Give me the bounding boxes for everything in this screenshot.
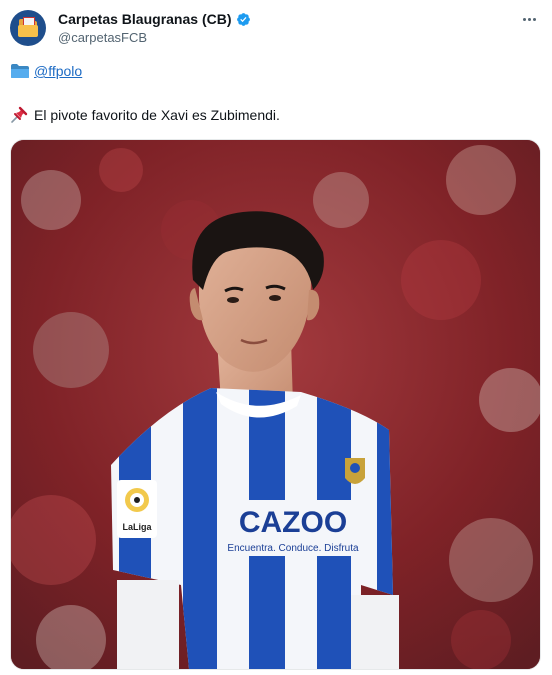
tweet-text: El pivote favorito de Xavi es Zubimendi. [10,105,280,125]
tweet-photo[interactable]: CAZOO Encuentra. Conduce. Disfruta LaLig… [10,139,541,670]
sponsor-sub-text: Encuentra. Conduce. Disfruta [227,543,359,554]
author-handle[interactable]: @carpetasFCB [58,30,147,45]
avatar[interactable] [10,10,46,46]
verified-badge-icon [236,12,250,26]
player-left-eye [227,297,239,303]
more-options-icon[interactable] [520,10,538,28]
league-label: LaLiga [122,522,152,532]
folder-avatar-front [18,25,38,37]
mention-link[interactable]: @ffpolo [34,63,82,79]
player-right-eye [269,295,281,301]
folder-icon [11,64,29,78]
tweet-line-mention: @ffpolo [10,61,82,81]
author-name-row[interactable]: Carpetas Blaugranas (CB) [58,10,251,28]
author-display-name[interactable]: Carpetas Blaugranas (CB) [58,11,232,27]
right-arm-sleeve [351,595,399,669]
tweet-card[interactable]: Carpetas Blaugranas (CB) @carpetasFCB @f… [0,0,552,675]
left-arm-sleeve [117,580,179,669]
pushpin-icon [11,106,28,123]
sponsor-main-text: CAZOO [239,506,347,539]
tweet-body-text: El pivote favorito de Xavi es Zubimendi. [34,107,280,123]
player-photo: CAZOO Encuentra. Conduce. Disfruta LaLig… [11,140,540,669]
